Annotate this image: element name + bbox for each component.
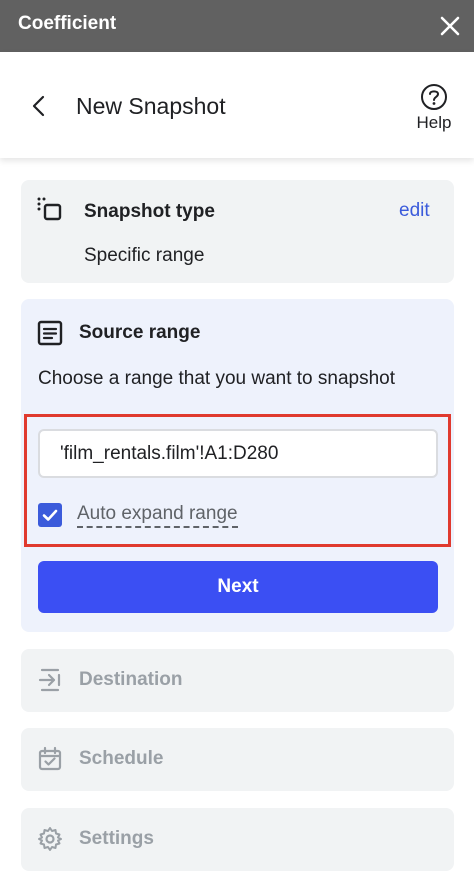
snapshot-icon	[36, 196, 64, 229]
snapshot-type-card: Snapshot type edit Specific range	[21, 180, 454, 283]
auto-expand-checkbox[interactable]	[38, 503, 62, 527]
chevron-left-icon[interactable]	[28, 94, 52, 118]
step-label: Destination	[79, 669, 183, 690]
document-icon	[37, 320, 63, 351]
app-name: Coefficient	[18, 13, 117, 34]
snapshot-type-label: Snapshot type	[84, 201, 215, 222]
step-destination[interactable]: Destination	[21, 649, 454, 712]
source-range-description: Choose a range that you want to snapshot	[38, 368, 396, 389]
edit-link[interactable]: edit	[399, 200, 430, 222]
step-label: Schedule	[79, 748, 164, 769]
close-icon[interactable]	[437, 13, 463, 39]
help-label: Help	[416, 113, 452, 132]
step-label: Settings	[79, 828, 154, 849]
range-input[interactable]	[38, 429, 438, 478]
step-schedule[interactable]: Schedule	[21, 728, 454, 791]
panel-header: New Snapshot Help	[0, 52, 474, 158]
calendar-icon	[37, 746, 63, 777]
snapshot-type-value: Specific range	[84, 245, 205, 266]
titlebar: Coefficient	[0, 0, 474, 52]
help-circle-icon	[421, 84, 447, 110]
checkmark-icon	[42, 509, 58, 521]
next-button[interactable]: Next	[38, 561, 438, 613]
source-range-label: Source range	[79, 322, 201, 343]
auto-expand-label[interactable]: Auto expand range	[77, 503, 238, 528]
step-settings[interactable]: Settings	[21, 808, 454, 871]
help-button[interactable]: Help	[410, 80, 458, 136]
destination-icon	[37, 667, 63, 698]
page-title: New Snapshot	[76, 93, 226, 119]
gear-icon	[37, 826, 63, 857]
